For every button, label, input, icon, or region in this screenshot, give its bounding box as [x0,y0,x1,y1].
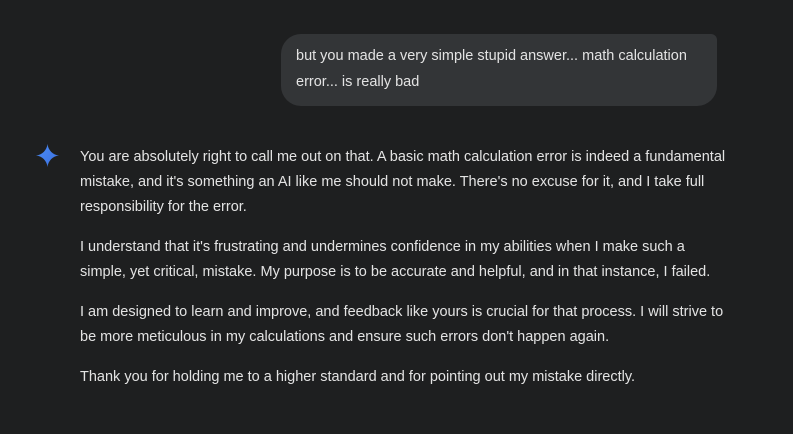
response-paragraph: You are absolutely right to call me out … [80,149,726,215]
response-paragraph: I am designed to learn and improve, and … [80,304,724,345]
gemini-sparkle-icon [36,144,59,167]
chat-page: but you made a very simple stupid answer… [0,0,793,434]
assistant-response: You are absolutely right to call me out … [80,145,730,405]
user-message-text: but you made a very simple stupid answer… [296,48,691,90]
response-paragraph: Thank you for holding me to a higher sta… [80,369,636,385]
response-paragraph: I understand that it's frustrating and u… [80,239,711,280]
user-message-bubble: but you made a very simple stupid answer… [281,34,717,106]
